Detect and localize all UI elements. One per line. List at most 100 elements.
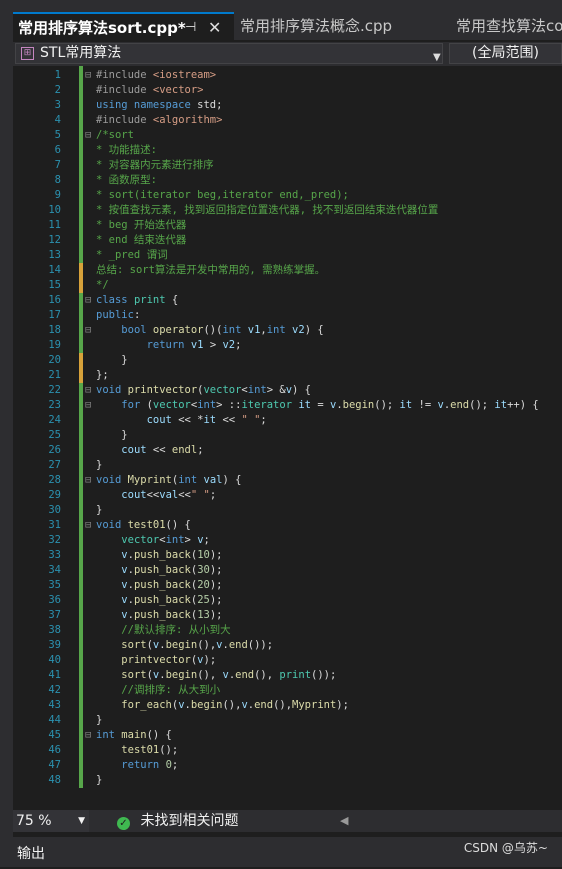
zoom-dropdown[interactable]: 75 % ▼ [13, 810, 89, 832]
code-line[interactable]: 5 ⊟/*sort [13, 128, 562, 143]
tab-sort-concept-cpp[interactable]: 常用排序算法概念.cpp [240, 12, 450, 40]
collapse-icon[interactable]: ⊟ [85, 728, 95, 743]
code-line[interactable]: 15 */ [13, 278, 562, 293]
code-line[interactable]: 37 v.push_back(13); [13, 608, 562, 623]
code-line[interactable]: 3 using namespace std; [13, 98, 562, 113]
code-line[interactable]: 38 //默认排序: 从小到大 [13, 623, 562, 638]
line-number: 35 [48, 579, 61, 591]
code-token: val [159, 489, 179, 501]
code-line[interactable]: 45 ⊟ int main() { [13, 728, 562, 743]
code-line[interactable]: 31 ⊟ void test01() { [13, 518, 562, 533]
code-token: 总结: sort算法是开发中常用的, 需熟练掌握。 [96, 264, 326, 276]
code-line[interactable]: 29 cout<<val<<" "; [13, 488, 562, 503]
code-line[interactable]: 23 ⊟ for (vector<int> ::iterator it = v.b… [13, 398, 562, 413]
scroll-left-icon[interactable]: ◀ [340, 810, 348, 832]
code-token: begin [342, 399, 375, 411]
code-token: return [121, 759, 166, 771]
code-text: cout << *it << " "; [96, 413, 267, 428]
code-token: vector [203, 384, 242, 396]
code-line[interactable]: 19 return v1 > v2; [13, 338, 562, 353]
code-token: != [412, 399, 438, 411]
code-line[interactable]: 39 sort(v.begin(),v.end()); [13, 638, 562, 653]
code-text: * 函数原型: [96, 173, 157, 188]
code-line[interactable]: 41 sort(v.begin(), v.end(), print()); [13, 668, 562, 683]
code-line[interactable]: 4 #include <algorithm> [13, 113, 562, 128]
code-line[interactable]: 22 ⊟ void printvector(vector<int> &v) { [13, 383, 562, 398]
code-line[interactable]: 18 ⊟ bool operator()(int v1,int v2) { [13, 323, 562, 338]
code-text: */ [96, 278, 109, 293]
code-line[interactable]: 11 * beg 开始迭代器 [13, 218, 562, 233]
code-line[interactable]: 42 //调排序: 从大到小 [13, 683, 562, 698]
code-line[interactable]: 25 } [13, 428, 562, 443]
code-token: v1 [247, 324, 261, 336]
line-number: 20 [48, 354, 61, 366]
close-icon[interactable]: ✕ [208, 14, 221, 40]
code-token: */ [96, 279, 109, 291]
code-line[interactable]: 12 * end 结束迭代器 [13, 233, 562, 248]
code-text: void printvector(vector<int> &v) { [96, 383, 311, 398]
code-line[interactable]: 36 v.push_back(25); [13, 593, 562, 608]
code-line[interactable]: 35 v.push_back(20); [13, 578, 562, 593]
collapse-icon[interactable]: ⊟ [85, 323, 95, 338]
code-token: return [146, 339, 191, 351]
code-line[interactable]: 34 v.push_back(30); [13, 563, 562, 578]
code-line[interactable]: 13 * _pred 谓词 [13, 248, 562, 263]
code-line[interactable]: 7 * 对容器内元素进行排序 [13, 158, 562, 173]
code-line[interactable]: 48} [13, 773, 562, 788]
tab-find-algorithm[interactable]: 常用查找算法co [456, 12, 562, 40]
code-line[interactable]: 9 * sort(iterator beg,iterator end,_pred)… [13, 188, 562, 203]
code-token: ) { [222, 474, 242, 486]
code-line[interactable]: 16 ⊟ class print { [13, 293, 562, 308]
line-number: 2 [54, 84, 61, 96]
code-editor[interactable]: 1 ⊟ #include <iostream> 2 #include <vector> 3… [13, 66, 562, 806]
code-token: it [298, 399, 312, 411]
collapse-icon[interactable]: ⊟ [85, 128, 95, 143]
collapse-icon[interactable]: ⊟ [85, 68, 95, 83]
code-line[interactable]: 6 * 功能描述: [13, 143, 562, 158]
code-line[interactable]: 1 ⊟ #include <iostream> [13, 68, 562, 83]
collapse-icon[interactable]: ⊟ [85, 473, 95, 488]
code-token: (), [197, 639, 217, 651]
tab-sort-cpp[interactable]: 常用排序算法sort.cpp* ⊣ ✕ [13, 12, 234, 40]
code-line[interactable]: 27} [13, 458, 562, 473]
code-line[interactable]: 10 * 按值查找元素, 找到返回指定位置迭代器, 找不到返回结束迭代器位置 [13, 203, 562, 218]
code-line[interactable]: 43 for_each(v.begin(),v.end(),Myprint); [13, 698, 562, 713]
code-line[interactable]: 8 * 函数原型: [13, 173, 562, 188]
code-line[interactable]: 47 return 0; [13, 758, 562, 773]
code-token: print [133, 294, 172, 306]
pin-icon[interactable]: ⊣ [185, 14, 196, 40]
code-line[interactable]: 20 } [13, 353, 562, 368]
code-token: (); [469, 399, 495, 411]
code-text: int main() { [96, 728, 172, 743]
code-line[interactable]: 21}; [13, 368, 562, 383]
code-line[interactable]: 2 #include <vector> [13, 83, 562, 98]
code-line[interactable]: 40 printvector(v); [13, 653, 562, 668]
collapse-icon[interactable]: ⊟ [85, 293, 95, 308]
code-line[interactable]: 26 cout << endl; [13, 443, 562, 458]
scope-dropdown[interactable]: ⊞ STL常用算法 ▼ [15, 43, 443, 64]
code-line[interactable]: 28 ⊟ void Myprint(int val) { [13, 473, 562, 488]
code-token: end [228, 639, 248, 651]
issues-indicator[interactable]: ✓ 未找到相关问题 [117, 810, 238, 832]
collapse-icon[interactable]: ⊟ [85, 398, 95, 413]
output-tab[interactable]: 输出 [17, 839, 45, 869]
code-token: ); [336, 699, 349, 711]
code-line[interactable]: 17 public: [13, 308, 562, 323]
code-line[interactable]: 33 v.push_back(10); [13, 548, 562, 563]
member-dropdown[interactable]: (全局范围) [449, 43, 562, 64]
code-line[interactable]: 46 test01(); [13, 743, 562, 758]
code-token: cout [146, 414, 172, 426]
collapse-icon[interactable]: ⊟ [85, 518, 95, 533]
collapse-icon[interactable]: ⊟ [85, 383, 95, 398]
code-line[interactable]: 30} [13, 503, 562, 518]
code-line[interactable]: 14 总结: sort算法是开发中常用的, 需熟练掌握。 [13, 263, 562, 278]
code-token: Myprint [127, 474, 172, 486]
code-line[interactable]: 24 cout << *it << " "; [13, 413, 562, 428]
code-token: ); [209, 579, 223, 591]
line-number: 5 [54, 129, 61, 141]
code-token: " " [241, 414, 261, 426]
code-token: } [96, 459, 103, 471]
code-line[interactable]: 32 vector<int> v; [13, 533, 562, 548]
code-line[interactable]: 44} [13, 713, 562, 728]
